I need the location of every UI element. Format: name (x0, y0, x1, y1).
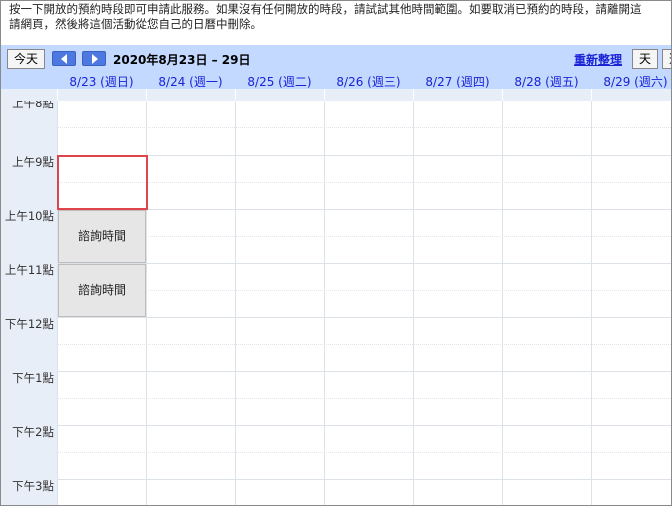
time-label: 上午9點 (12, 155, 54, 169)
date-range-title: 2020年8月23日 – 29日 (113, 53, 251, 67)
calendar-toolbar: 今天 2020年8月23日 – 29日 重新整理 天 週 (1, 45, 671, 71)
time-label: 下午1點 (12, 371, 54, 385)
day-header-fri[interactable]: 8/28 (週五) (502, 73, 591, 90)
appointment-slot[interactable]: 諮詢時間 (58, 264, 146, 317)
day-header-sat[interactable]: 8/29 (週六) (591, 73, 671, 90)
chevron-left-icon (61, 54, 67, 64)
day-header-mon[interactable]: 8/24 (週一) (146, 73, 235, 90)
selected-time-cell[interactable] (57, 155, 148, 210)
instructions-line-1: 按一下開放的預約時段即可申請此服務。如果沒有任何開放的時段，請試試其他時間範圍。… (9, 2, 642, 16)
chevron-right-icon (92, 54, 98, 64)
appointment-slot[interactable]: 諮詢時間 (58, 210, 146, 263)
view-week-button[interactable]: 週 (662, 49, 671, 69)
today-button[interactable]: 今天 (7, 49, 46, 69)
time-label: 上午10點 (4, 209, 54, 223)
day-header-thu[interactable]: 8/27 (週四) (413, 73, 502, 90)
next-week-button[interactable] (82, 51, 106, 66)
time-label: 下午3點 (12, 479, 54, 493)
day-header-tue[interactable]: 8/25 (週二) (235, 73, 324, 90)
time-label: 上午8點 (12, 101, 54, 110)
day-header-row: 8/23 (週日) 8/24 (週一) 8/25 (週二) 8/26 (週三) … (1, 71, 671, 90)
day-header-sun[interactable]: 8/23 (週日) (57, 73, 146, 90)
previous-week-button[interactable] (52, 51, 76, 66)
time-label: 下午12點 (4, 317, 54, 331)
time-label: 下午2點 (12, 425, 54, 439)
instructions-line-2: 請網頁，然後將這個活動從您自己的日曆中刪除。 (9, 17, 262, 31)
view-day-button[interactable]: 天 (632, 49, 659, 69)
refresh-link[interactable]: 重新整理 (574, 51, 622, 68)
time-label: 上午11點 (4, 263, 54, 277)
all-day-row (1, 89, 671, 101)
day-header-wed[interactable]: 8/26 (週三) (324, 73, 413, 90)
booking-calendar-window: 按一下開放的預約時段即可申請此服務。如果沒有任何開放的時段，請試試其他時間範圍。… (0, 0, 672, 506)
time-grid[interactable]: 上午8點 上午9點 上午10點 上午11點 下午12點 下午1點 下午2點 下午… (1, 101, 671, 505)
instructions-text: 按一下開放的預約時段即可申請此服務。如果沒有任何開放的時段，請試試其他時間範圍。… (9, 2, 671, 32)
